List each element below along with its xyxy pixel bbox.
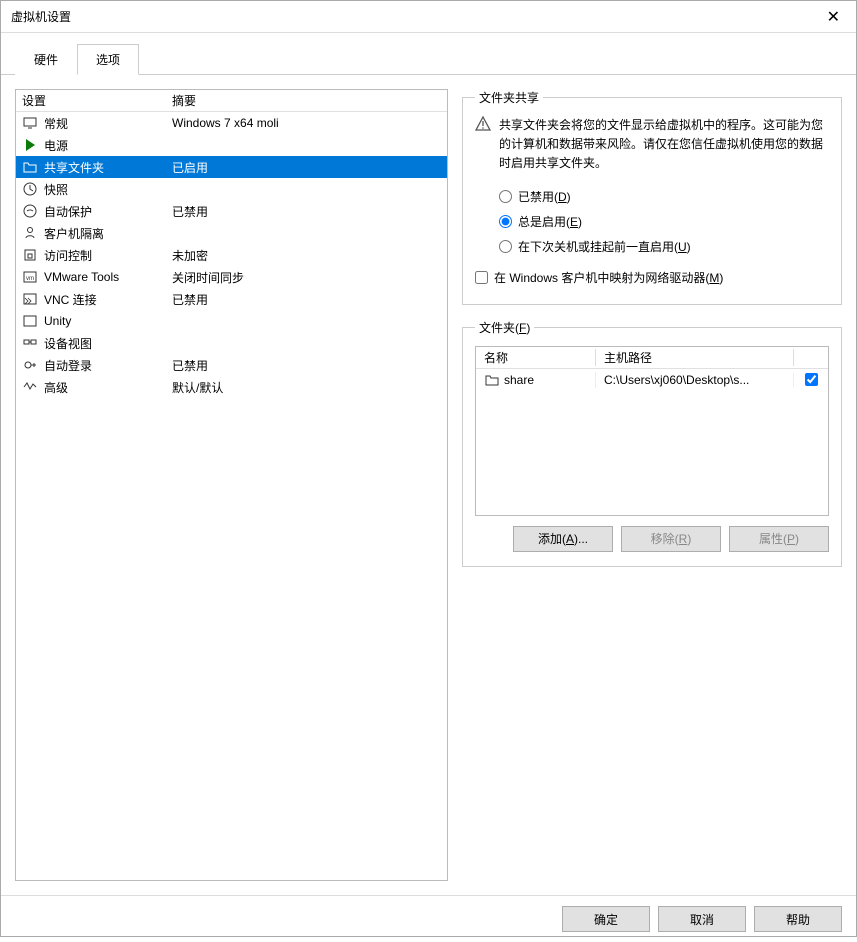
group-title-folders: 文件夹(F) — [475, 319, 534, 336]
row-label: 设备视图 — [44, 335, 92, 352]
folder-path: C:\Users\xj060\Desktop\s... — [596, 373, 794, 387]
radio-until-input[interactable] — [499, 240, 512, 253]
group-title-sharing: 文件夹共享 — [475, 89, 543, 106]
list-row[interactable]: VNC 连接 已禁用 — [16, 288, 447, 310]
folder-enabled-checkbox[interactable] — [805, 373, 818, 386]
row-summary: 已禁用 — [172, 291, 441, 308]
device-icon — [22, 335, 38, 351]
row-label: 共享文件夹 — [44, 159, 104, 176]
isolate-icon — [22, 225, 38, 241]
check-map-drive-input[interactable] — [475, 271, 488, 284]
radio-disabled-input[interactable] — [499, 190, 512, 203]
list-row[interactable]: 自动保护 已禁用 — [16, 200, 447, 222]
cancel-button[interactable]: 取消 — [658, 906, 746, 932]
col-header-name[interactable]: 名称 — [476, 349, 596, 366]
help-button[interactable]: 帮助 — [754, 906, 842, 932]
row-label: 访问控制 — [44, 247, 92, 264]
footer: 确定 取消 帮助 — [1, 895, 856, 942]
add-button[interactable]: 添加(A)... — [513, 526, 613, 552]
lock-icon — [22, 247, 38, 263]
tab-bar: 硬件 选项 — [1, 33, 856, 75]
settings-list: 设置 摘要 常规 Windows 7 x64 moli 电源共享文件夹 已启用快照自动… — [15, 89, 448, 881]
row-summary: 关闭时间同步 — [172, 269, 441, 286]
radio-disabled[interactable]: 已禁用(D) — [475, 184, 829, 209]
list-header: 设置 摘要 — [16, 90, 447, 112]
folder-name: share — [504, 373, 534, 387]
check-map-drive[interactable]: 在 Windows 客户机中映射为网络驱动器(M) — [475, 265, 829, 290]
vnc-icon — [22, 291, 38, 307]
list-row[interactable]: 电源 — [16, 134, 447, 156]
play-icon — [22, 137, 38, 153]
folder-list-header: 名称 主机路径 — [476, 347, 828, 369]
remove-button[interactable]: 移除(R) — [621, 526, 721, 552]
list-row[interactable]: 自动登录 已禁用 — [16, 354, 447, 376]
dialog-body: 设置 摘要 常规 Windows 7 x64 moli 电源共享文件夹 已启用快照自动… — [1, 75, 856, 895]
monitor-icon — [22, 115, 38, 131]
list-row[interactable]: 客户机隔离 — [16, 222, 447, 244]
radio-always-input[interactable] — [499, 215, 512, 228]
row-label: 客户机隔离 — [44, 225, 104, 242]
vm-icon: vm — [22, 269, 38, 285]
svg-text:vm: vm — [26, 276, 34, 282]
warning-icon — [475, 116, 491, 174]
right-panel: 文件夹共享 共享文件夹会将您的文件显示给虚拟机中的程序。这可能为您的计算机和数据… — [462, 89, 842, 881]
row-label: VNC 连接 — [44, 291, 97, 308]
list-row[interactable]: 常规 Windows 7 x64 moli — [16, 112, 447, 134]
row-label: 常规 — [44, 115, 68, 132]
list-row[interactable]: 快照 — [16, 178, 447, 200]
ok-button[interactable]: 确定 — [562, 906, 650, 932]
warning-text: 共享文件夹会将您的文件显示给虚拟机中的程序。这可能为您的计算机和数据带来风险。请… — [499, 116, 829, 174]
group-folders: 文件夹(F) 名称 主机路径 share C:\Users\xj060\Deskt… — [462, 319, 842, 567]
unity-icon — [22, 313, 38, 329]
shield-icon — [22, 203, 38, 219]
row-summary: 已禁用 — [172, 357, 441, 374]
row-label: 自动登录 — [44, 357, 92, 374]
radio-until-shutdown[interactable]: 在下次关机或挂起前一直启用(U) — [475, 234, 829, 259]
folder-icon — [22, 159, 38, 175]
clock-icon — [22, 181, 38, 197]
row-summary: 已禁用 — [172, 203, 441, 220]
row-label: Unity — [44, 314, 71, 328]
tab-hardware[interactable]: 硬件 — [15, 44, 77, 75]
col-header-setting: 设置 — [22, 92, 172, 109]
list-row[interactable]: 共享文件夹 已启用 — [16, 156, 447, 178]
folder-icon — [484, 372, 500, 388]
login-icon — [22, 357, 38, 373]
col-header-summary: 摘要 — [172, 92, 441, 109]
advanced-icon — [22, 379, 38, 395]
row-label: 快照 — [44, 181, 68, 198]
warning-row: 共享文件夹会将您的文件显示给虚拟机中的程序。这可能为您的计算机和数据带来风险。请… — [475, 116, 829, 174]
group-folder-sharing: 文件夹共享 共享文件夹会将您的文件显示给虚拟机中的程序。这可能为您的计算机和数据… — [462, 89, 842, 305]
row-summary: 默认/默认 — [172, 379, 441, 396]
row-label: VMware Tools — [44, 270, 119, 284]
close-icon[interactable]: ✕ — [821, 7, 846, 27]
tab-options[interactable]: 选项 — [77, 44, 139, 75]
row-label: 电源 — [44, 137, 68, 154]
row-summary: 未加密 — [172, 247, 441, 264]
folder-row[interactable]: share C:\Users\xj060\Desktop\s... — [476, 369, 828, 391]
row-label: 高级 — [44, 379, 68, 396]
row-label: 自动保护 — [44, 203, 92, 220]
list-row[interactable]: Unity — [16, 310, 447, 332]
row-summary: 已启用 — [172, 159, 441, 176]
properties-button[interactable]: 属性(P) — [729, 526, 829, 552]
titlebar: 虚拟机设置 ✕ — [1, 1, 856, 33]
window-title: 虚拟机设置 — [11, 8, 821, 25]
folder-list[interactable]: 名称 主机路径 share C:\Users\xj060\Desktop\s... — [475, 346, 829, 516]
col-header-path[interactable]: 主机路径 — [596, 349, 794, 366]
list-row[interactable]: 设备视图 — [16, 332, 447, 354]
row-summary: Windows 7 x64 moli — [172, 116, 441, 130]
list-row[interactable]: vm VMware Tools 关闭时间同步 — [16, 266, 447, 288]
list-row[interactable]: 访问控制 未加密 — [16, 244, 447, 266]
folder-buttons: 添加(A)... 移除(R) 属性(P) — [475, 526, 829, 552]
list-row[interactable]: 高级 默认/默认 — [16, 376, 447, 398]
radio-always-enabled[interactable]: 总是启用(E) — [475, 209, 829, 234]
